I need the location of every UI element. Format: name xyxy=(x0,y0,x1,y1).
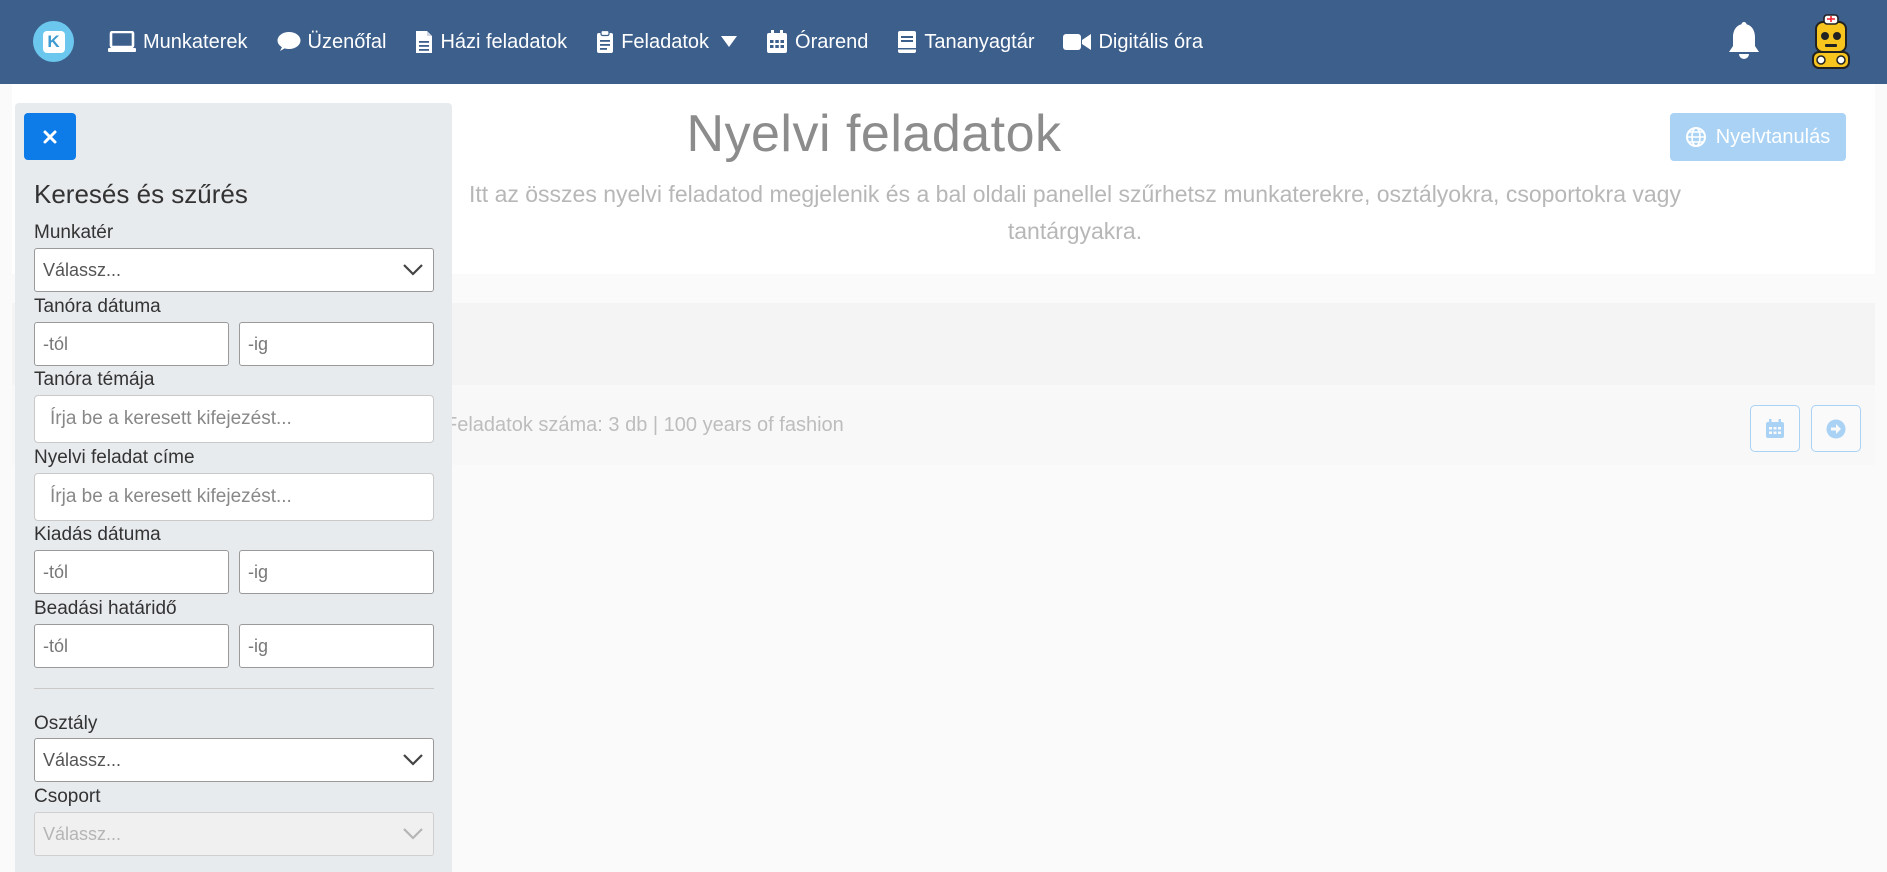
lesson-date-label: Tanóra dátuma xyxy=(34,296,161,317)
class-label: Osztály xyxy=(34,713,98,734)
video-icon xyxy=(1063,34,1092,50)
workspace-select-value: Válassz... xyxy=(43,259,122,280)
nav-label: Üzenőfal xyxy=(307,30,387,53)
nav-item-tananyagtar[interactable]: Tananyagtár xyxy=(897,30,1034,54)
results-count: Feladatok száma: 3 db | 100 years of fas… xyxy=(445,414,844,436)
nav-label: Digitális óra xyxy=(1098,30,1203,53)
user-avatar[interactable] xyxy=(1805,14,1857,70)
calendar-icon xyxy=(1766,418,1784,438)
group-select-value: Válassz... xyxy=(43,823,122,844)
panel-title: Keresés és szűrés xyxy=(34,179,248,209)
nav-menu: Munkaterek Üzenőfal Házi feladatok Felad… xyxy=(108,0,1232,84)
issue-date-to-field[interactable]: -ig xyxy=(239,550,434,594)
lesson-topic-label: Tanóra témája xyxy=(34,369,155,390)
nav-item-munkaterek[interactable]: Munkaterek xyxy=(108,31,248,54)
next-arrow-button[interactable] xyxy=(1811,405,1861,452)
nav-item-uzenofal[interactable]: Üzenőfal xyxy=(277,30,387,54)
book-icon xyxy=(898,31,917,53)
nav-item-feladatok[interactable]: Feladatok xyxy=(596,30,738,54)
workspace-select[interactable]: Válassz... xyxy=(34,248,434,292)
comment-icon xyxy=(277,32,300,51)
group-select[interactable]: Válassz... xyxy=(34,812,434,856)
issue-date-label: Kiadás dátuma xyxy=(34,524,161,545)
globe-icon xyxy=(1685,127,1706,147)
lesson-date-from-field[interactable]: -tól xyxy=(34,322,229,366)
calendar-view-button[interactable] xyxy=(1750,405,1800,452)
app-logo[interactable]: K xyxy=(33,21,74,62)
nav-item-digitalis-ora[interactable]: Digitális óra xyxy=(1063,30,1203,54)
workspace-label: Munkatér xyxy=(34,222,114,243)
chevron-down-icon xyxy=(403,754,423,766)
class-select-value: Válassz... xyxy=(43,749,122,770)
nav-item-orarend[interactable]: Órarend xyxy=(766,30,868,54)
top-navbar: K Munkaterek Üzenőfal Házi feladatok Fel… xyxy=(0,0,1887,84)
chevron-down-icon xyxy=(403,264,423,276)
nav-label: Munkaterek xyxy=(143,30,248,53)
chevron-down-icon xyxy=(403,828,423,840)
panel-divider xyxy=(34,688,434,689)
nav-label: Órarend xyxy=(795,30,869,53)
close-panel-button[interactable] xyxy=(24,113,76,160)
task-title-input[interactable]: Írja be a keresett kifejezést... xyxy=(34,473,434,521)
page-description: Itt az összes nyelvi feladatod megjeleni… xyxy=(469,181,1681,244)
class-select[interactable]: Válassz... xyxy=(34,738,434,782)
clipboard-icon xyxy=(597,30,614,53)
file-icon xyxy=(416,31,433,53)
task-title-label: Nyelvi feladat címe xyxy=(34,447,195,468)
arrow-circle-right-icon xyxy=(1826,419,1846,438)
nav-item-hazi-feladatok[interactable]: Házi feladatok xyxy=(415,30,567,54)
caret-down-icon xyxy=(721,36,738,47)
calendar-icon xyxy=(767,30,788,53)
lesson-date-to-field[interactable]: -ig xyxy=(239,322,434,366)
nav-label: Feladatok xyxy=(621,30,710,53)
laptop-icon xyxy=(108,31,136,52)
lesson-topic-input[interactable]: Írja be a keresett kifejezést... xyxy=(34,395,434,443)
close-icon xyxy=(43,130,57,143)
deadline-to-field[interactable]: -ig xyxy=(239,624,434,668)
logo-letter: K xyxy=(42,30,65,53)
nav-label: Házi feladatok xyxy=(440,30,568,53)
deadline-label: Beadási határidő xyxy=(34,598,177,619)
bell-icon[interactable] xyxy=(1726,22,1762,60)
group-label: Csoport xyxy=(34,786,101,807)
issue-date-from-field[interactable]: -tól xyxy=(34,550,229,594)
language-learning-label: Nyelvtanulás xyxy=(1715,125,1831,148)
language-learning-button[interactable]: Nyelvtanulás xyxy=(1670,113,1846,161)
deadline-from-field[interactable]: -tól xyxy=(34,624,229,668)
nav-label: Tananyagtár xyxy=(924,30,1035,53)
